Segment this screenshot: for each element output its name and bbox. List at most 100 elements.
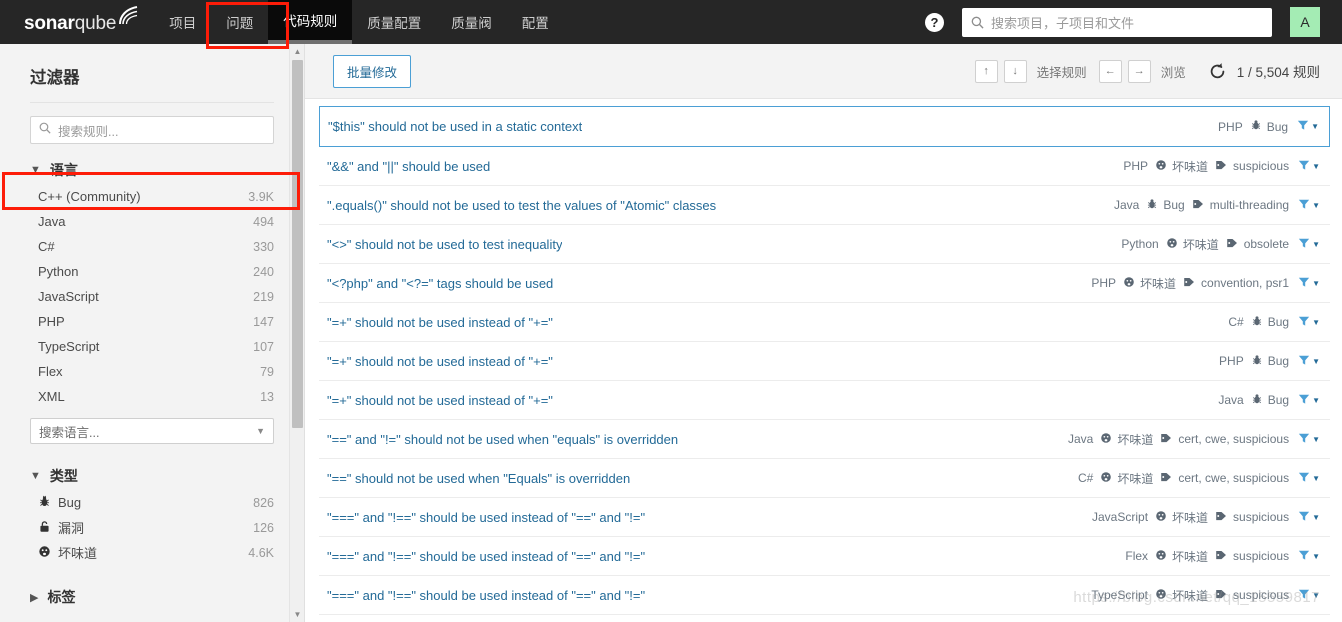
funnel-icon: [1297, 119, 1309, 134]
rule-tags: suspicious: [1215, 549, 1289, 564]
rule-filter-dropdown[interactable]: ▼: [1298, 393, 1320, 408]
facet-item-language-csharp[interactable]: C# 330: [0, 234, 304, 259]
facet-item-count: 107: [253, 339, 274, 354]
rule-title[interactable]: "===" and "!==" should be used instead o…: [327, 549, 645, 564]
rule-filter-dropdown[interactable]: ▼: [1298, 510, 1320, 525]
chevron-down-icon: ▼: [1312, 356, 1320, 366]
rule-title[interactable]: "===" and "!==" should be used instead o…: [327, 510, 645, 525]
nav-tab-quality-profiles[interactable]: 质量配置: [352, 0, 436, 44]
facet-item-language-java[interactable]: Java 494: [0, 209, 304, 234]
global-search-input[interactable]: 搜索项目，子项目和文件: [962, 7, 1272, 37]
rule-language: C#: [1228, 315, 1244, 329]
nav-tab-administration[interactable]: 配置: [507, 0, 564, 44]
rule-filter-dropdown[interactable]: ▼: [1298, 198, 1320, 213]
search-icon: [39, 121, 51, 139]
nav-tab-quality-gates[interactable]: 质量阀: [436, 0, 507, 44]
rule-filter-dropdown[interactable]: ▼: [1298, 588, 1320, 603]
browse-previous-button[interactable]: ←: [1098, 59, 1122, 83]
facet-item-language-typescript[interactable]: TypeScript 107: [0, 334, 304, 359]
rule-row[interactable]: "===" and "!==" should be used instead o…: [319, 537, 1330, 576]
sonarqube-logo[interactable]: sonar qube: [24, 6, 140, 35]
bulk-change-button[interactable]: 批量修改: [333, 54, 412, 88]
tag-icon: [1226, 237, 1239, 252]
rule-row[interactable]: "==" should not be used when "Equals" is…: [319, 459, 1330, 498]
rule-row[interactable]: "<?php" and "<?=" tags should be used PH…: [319, 264, 1330, 303]
rule-row[interactable]: ".equals()" should not be used to test t…: [319, 186, 1330, 225]
rule-title[interactable]: "<?php" and "<?=" tags should be used: [327, 276, 553, 291]
code-smell-icon: [1123, 276, 1135, 291]
facet-header-tags[interactable]: ▶ 标签: [30, 587, 304, 607]
rule-title[interactable]: "===" and "!==" should be used instead o…: [327, 588, 645, 603]
rule-title[interactable]: "==" and "!=" should not be used when "e…: [327, 432, 678, 447]
facet-item-language-javascript[interactable]: JavaScript 219: [0, 284, 304, 309]
facet-item-type-vulnerability[interactable]: 漏洞 126: [0, 515, 304, 540]
rule-row[interactable]: "=+" should not be used instead of "+=" …: [319, 381, 1330, 420]
rule-type-label: 坏味道: [1182, 237, 1219, 252]
rule-row[interactable]: "=+" should not be used instead of "+=" …: [319, 303, 1330, 342]
rule-title[interactable]: "==" should not be used when "Equals" is…: [327, 471, 630, 486]
rule-search-input[interactable]: 搜索规则...: [30, 116, 274, 144]
rule-language: C#: [1078, 471, 1094, 485]
rule-row[interactable]: "===" and "!==" should be used instead o…: [319, 498, 1330, 537]
rule-title[interactable]: "<>" should not be used to test inequali…: [327, 237, 562, 252]
rule-filter-dropdown[interactable]: ▼: [1298, 549, 1320, 564]
rule-title[interactable]: "=+" should not be used instead of "+=": [327, 315, 553, 330]
rule-type: 坏味道: [1155, 587, 1208, 604]
tag-icon: [1160, 432, 1173, 447]
rule-filter-dropdown[interactable]: ▼: [1298, 471, 1320, 486]
scroll-up-arrow-icon[interactable]: ▲: [290, 44, 304, 59]
rule-language: Flex: [1125, 549, 1149, 563]
facet-item-language-php[interactable]: PHP 147: [0, 309, 304, 334]
rule-tags: suspicious: [1215, 159, 1289, 174]
rule-row[interactable]: "===" and "!==" should be used instead o…: [319, 576, 1330, 615]
rule-row[interactable]: "&&" and "||" should be used PHP 坏味道 sus…: [319, 147, 1330, 186]
facet-item-language-cpp[interactable]: C++ (Community) 3.9K: [0, 184, 304, 209]
rule-filter-dropdown[interactable]: ▼: [1298, 276, 1320, 291]
facet-item-language-python[interactable]: Python 240: [0, 259, 304, 284]
rule-filter-dropdown[interactable]: ▼: [1298, 237, 1320, 252]
rule-filter-dropdown[interactable]: ▼: [1298, 315, 1320, 330]
rule-row[interactable]: "$this" should not be used in a static c…: [319, 106, 1330, 147]
nav-tab-rules[interactable]: 代码规则: [268, 0, 353, 44]
facet-item-label: JavaScript: [38, 289, 99, 304]
rule-row[interactable]: "==" and "!=" should not be used when "e…: [319, 420, 1330, 459]
rule-type: 坏味道: [1155, 548, 1208, 565]
nav-tab-projects[interactable]: 项目: [154, 0, 211, 44]
rules-main-panel: 批量修改 ↑ ↓ 选择规则 ← → 浏览 1 / 5,504 规则 "$this…: [305, 44, 1342, 622]
rule-title[interactable]: "&&" and "||" should be used: [327, 159, 490, 174]
browse-label: 浏览: [1160, 65, 1186, 80]
rule-row[interactable]: "=+" should not be used instead of "+=" …: [319, 342, 1330, 381]
language-select-placeholder: 搜索语言...: [39, 425, 100, 440]
rule-title[interactable]: "=+" should not be used instead of "+=": [327, 354, 553, 369]
select-next-rule-button[interactable]: ↓: [1003, 59, 1027, 83]
sidebar-scrollbar[interactable]: ▲ ▼: [289, 44, 304, 622]
facet-item-language-xml[interactable]: XML 13: [0, 384, 304, 409]
help-icon[interactable]: ?: [925, 12, 944, 32]
bug-icon: [1251, 315, 1263, 330]
facet-header-language[interactable]: ▼ 语言: [30, 160, 304, 180]
facet-item-language-flex[interactable]: Flex 79: [0, 359, 304, 384]
rule-title[interactable]: "$this" should not be used in a static c…: [328, 119, 582, 134]
rule-filter-dropdown[interactable]: ▼: [1298, 354, 1320, 369]
browse-next-button[interactable]: →: [1127, 59, 1151, 83]
rule-filter-dropdown[interactable]: ▼: [1298, 432, 1320, 447]
rule-type: 坏味道: [1100, 431, 1153, 448]
rule-title[interactable]: ".equals()" should not be used to test t…: [327, 198, 716, 213]
facet-item-type-bug[interactable]: Bug 826: [0, 490, 304, 515]
rule-row[interactable]: "<>" should not be used to test inequali…: [319, 225, 1330, 264]
rule-title[interactable]: "=+" should not be used instead of "+=": [327, 393, 553, 408]
rule-filter-dropdown[interactable]: ▼: [1297, 119, 1319, 134]
facet-header-type[interactable]: ▼ 类型: [30, 466, 304, 486]
facet-item-type-code-smell[interactable]: 坏味道 4.6K: [0, 540, 304, 565]
scroll-down-arrow-icon[interactable]: ▼: [290, 607, 304, 622]
refresh-icon[interactable]: [1208, 62, 1227, 81]
select-previous-rule-button[interactable]: ↑: [974, 59, 998, 83]
rule-filter-dropdown[interactable]: ▼: [1298, 159, 1320, 174]
language-search-select[interactable]: 搜索语言... ▼: [30, 418, 274, 444]
sidebar-scrollbar-thumb[interactable]: [292, 60, 303, 428]
user-avatar[interactable]: A: [1290, 7, 1320, 37]
nav-tab-issues[interactable]: 问题: [211, 0, 268, 44]
rule-tags: obsolete: [1226, 237, 1289, 252]
rule-metadata: C# Bug ▼: [1214, 315, 1320, 330]
rule-type: Bug: [1251, 315, 1289, 330]
